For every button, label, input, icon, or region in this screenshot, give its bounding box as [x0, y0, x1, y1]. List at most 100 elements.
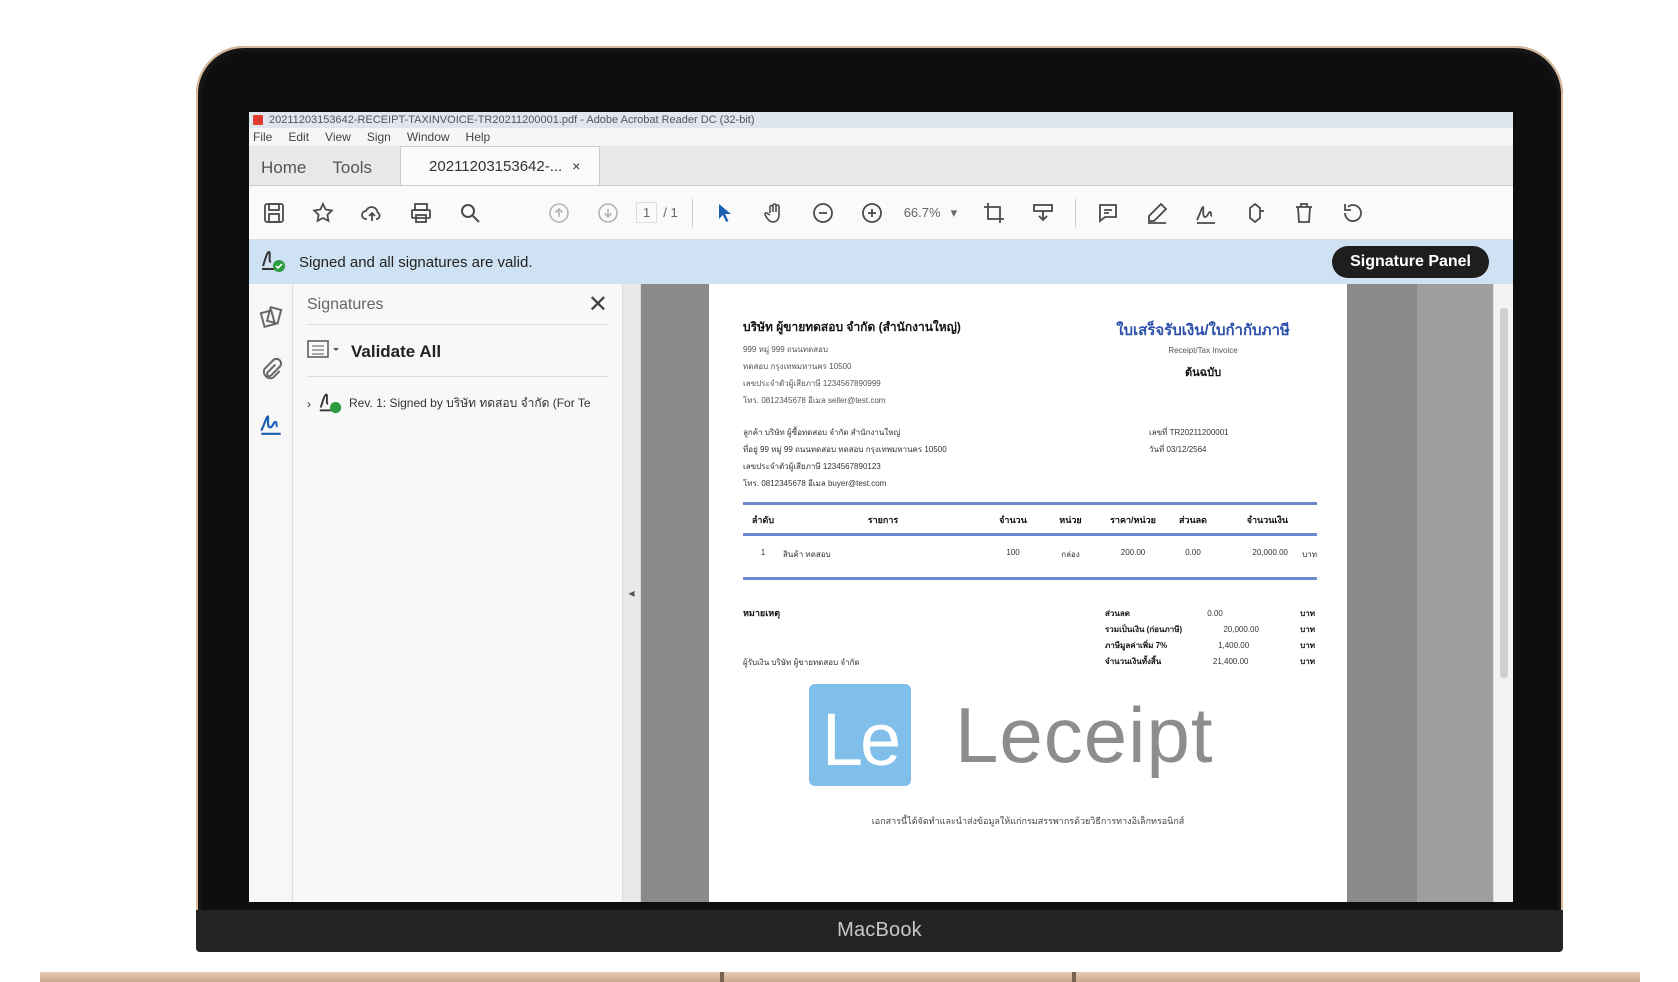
- total-value: 21,400.00: [1212, 657, 1249, 666]
- chevron-left-icon: ◂: [628, 586, 635, 600]
- signatures-panel-icon[interactable]: [258, 410, 284, 441]
- close-icon[interactable]: ✕: [588, 293, 608, 317]
- crop-icon[interactable]: [977, 196, 1011, 230]
- table-cell: สินค้า ทดสอบ: [783, 550, 831, 559]
- chevron-right-icon[interactable]: ›: [307, 397, 311, 411]
- page-down-icon[interactable]: [591, 196, 625, 230]
- column-header: จำนวนเงิน: [1246, 515, 1288, 525]
- menu-help[interactable]: Help: [466, 130, 491, 144]
- scrollbar-thumb[interactable]: [1500, 308, 1508, 678]
- comment-icon[interactable]: [1091, 196, 1125, 230]
- pen-icon[interactable]: [1140, 196, 1174, 230]
- tab-home[interactable]: Home: [249, 146, 320, 185]
- signature-entry-label: Rev. 1: Signed by บริษัท ทดสอบ จำกัด (Fo…: [349, 396, 591, 410]
- seller-line: เลขประจำตัวผู้เสียภาษี 1234567890999: [743, 379, 881, 388]
- column-header: หน่วย: [1059, 515, 1082, 525]
- toolbar-separator: [1075, 198, 1077, 227]
- seller-line: โทร. 0812345678 อีเมล seller@test.com: [743, 396, 886, 405]
- hinge-right: [1072, 972, 1076, 982]
- column-header: [1288, 513, 1317, 527]
- tab-bar: Home Tools 20211203153642-... ×: [249, 146, 1513, 186]
- seller-line: ทดสอบ กรุงเทพมหานคร 10500: [743, 362, 852, 371]
- total-row: ส่วนลด 0.00 บาท: [1105, 606, 1315, 622]
- total-label: ส่วนลด: [1105, 609, 1130, 618]
- customer-info: ลูกค้า บริษัท ผู้ซื้อทดสอบ จำกัด สำนักงา…: [743, 424, 1073, 492]
- signature-panel-button[interactable]: Signature Panel: [1332, 246, 1489, 278]
- print-icon[interactable]: [404, 196, 438, 230]
- bookmark-star-icon[interactable]: [306, 196, 340, 230]
- menu-sign[interactable]: Sign: [367, 130, 391, 144]
- zoom-value: 66.7%: [903, 204, 941, 220]
- table-cell: 1: [760, 548, 766, 557]
- customer-line: โทร. 0812345678 อีเมล buyer@test.com: [743, 479, 887, 488]
- hand-icon[interactable]: [757, 196, 791, 230]
- zoom-out-icon[interactable]: [806, 196, 840, 230]
- pages-icon[interactable]: [258, 304, 284, 335]
- validate-all-button[interactable]: Validate All: [351, 342, 441, 362]
- total-label: ภาษีมูลค่าเพิ่ม 7%: [1105, 641, 1168, 650]
- select-arrow-icon[interactable]: [708, 196, 742, 230]
- total-value: 1,400.00: [1218, 641, 1250, 650]
- sign-icon[interactable]: [1189, 196, 1223, 230]
- table-cell: 20,000.00: [1252, 548, 1288, 557]
- document-title: ใบเสร็จรับเงิน/ใบกำกับภาษี: [1116, 322, 1290, 339]
- collapse-panel-handle[interactable]: ◂: [623, 284, 641, 902]
- share-icon[interactable]: [1238, 196, 1272, 230]
- tab-tools[interactable]: Tools: [320, 146, 386, 185]
- menu-window[interactable]: Window: [407, 130, 450, 144]
- zoom-dropdown-icon: ▾: [950, 204, 958, 220]
- tab-close-icon[interactable]: ×: [572, 158, 580, 174]
- total-unit: บาท: [1300, 657, 1315, 666]
- vertical-scrollbar[interactable]: [1493, 284, 1513, 902]
- stage: MacBook 20211203153642-RECEIPT-TAXINVOIC…: [0, 0, 1678, 982]
- document-meta: เลขที่ TR20211200001 วันที่ 03/12/2564: [1149, 424, 1299, 458]
- note-label: หมายเหตุ: [743, 608, 781, 618]
- window-title: 20211203153642-RECEIPT-TAXINVOICE-TR2021…: [269, 114, 755, 126]
- signature-entry[interactable]: › Rev. 1: Signed by บริษัท ทดสอบ จำกัด (…: [307, 377, 608, 418]
- seller-name: บริษัท ผู้ขายทดสอบ จำกัด (สำนักงานใหญ่): [743, 320, 961, 334]
- total-unit: บาท: [1300, 609, 1315, 618]
- page-number-input[interactable]: 1: [636, 202, 658, 223]
- menu-edit[interactable]: Edit: [288, 130, 309, 144]
- total-unit: บาท: [1300, 625, 1315, 634]
- toolbar: 1 / 1 66.7% ▾: [249, 186, 1513, 240]
- page-up-icon[interactable]: [542, 196, 576, 230]
- totals-block: ส่วนลด 0.00 บาท รวมเป็นเงิน (ก่อนภาษี) 20,0…: [1105, 606, 1315, 670]
- document-date: วันที่ 03/12/2564: [1149, 445, 1207, 454]
- total-value: 0.00: [1207, 609, 1223, 618]
- save-icon[interactable]: [257, 196, 291, 230]
- table-cell: 100: [1006, 548, 1020, 557]
- signature-status-bar: Signed and all signatures are valid. Sig…: [249, 240, 1513, 284]
- total-row: รวมเป็นเงิน (ก่อนภาษี) 20,000.00 บาท: [1105, 622, 1315, 638]
- logo-mark: Le: [809, 684, 911, 786]
- total-unit: บาท: [1300, 641, 1315, 650]
- device-label: MacBook: [837, 919, 922, 941]
- search-icon[interactable]: [453, 196, 487, 230]
- viewer-margin-right: [1347, 284, 1417, 902]
- tab-document-label: 20211203153642-...: [429, 157, 563, 175]
- menu-view[interactable]: View: [325, 130, 351, 144]
- options-menu-icon[interactable]: [307, 339, 341, 364]
- delete-icon[interactable]: [1287, 196, 1321, 230]
- laptop-chin: MacBook: [196, 910, 1563, 952]
- signatures-panel-header: Signatures ✕: [307, 293, 608, 325]
- stamp-icon[interactable]: [1026, 196, 1060, 230]
- pdf-page: บริษัท ผู้ขายทดสอบ จำกัด (สำนักงานใหญ่) …: [709, 284, 1347, 902]
- menu-file[interactable]: File: [253, 130, 272, 144]
- title-bar: 20211203153642-RECEIPT-TAXINVOICE-TR2021…: [249, 112, 1513, 128]
- seller-line: 999 หมู่ 999 ถนนทดสอบ: [743, 345, 828, 354]
- document-number: เลขที่ TR20211200001: [1149, 428, 1229, 437]
- zoom-select[interactable]: 66.7% ▾: [904, 205, 957, 221]
- table-row: 1 สินค้า ทดสอบ 100 กล่อง 200.00 0.00 20,…: [743, 536, 1317, 577]
- upload-cloud-icon[interactable]: [355, 196, 389, 230]
- tab-document[interactable]: 20211203153642-... ×: [400, 146, 601, 185]
- table-cell: กล่อง: [1061, 550, 1080, 559]
- zoom-in-icon[interactable]: [855, 196, 889, 230]
- signature-entry-icon: [317, 389, 343, 418]
- undo-icon[interactable]: [1336, 196, 1370, 230]
- attachment-icon[interactable]: [258, 357, 284, 388]
- validate-row: Validate All: [307, 325, 608, 377]
- logo-wordmark: Leceipt: [955, 690, 1214, 779]
- page-indicator: 1 / 1: [636, 202, 678, 223]
- table-cell: 200.00: [1120, 548, 1146, 557]
